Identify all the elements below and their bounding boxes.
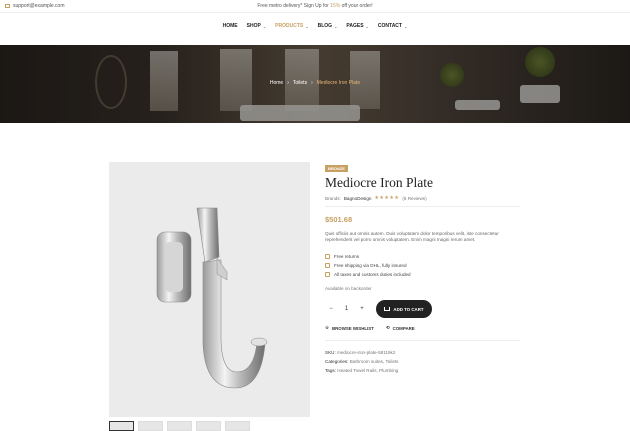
feature-item: Free returns	[325, 252, 411, 261]
review-count[interactable]: (6 Reviews)	[402, 196, 426, 201]
product-main-image[interactable]	[109, 162, 310, 417]
chevron-down-icon: ⌄	[365, 23, 369, 29]
product-meta: Brands: BagnoDesign ★★★★★ (6 Reviews)	[325, 195, 427, 201]
wishlist-label[interactable]: BROWSE WISHLIST	[332, 326, 374, 331]
nav-label[interactable]: PRODUCTS	[275, 23, 303, 29]
truck-icon	[325, 263, 330, 268]
quantity-stepper[interactable]: − 1 +	[325, 301, 368, 317]
sku-row: SKU: mediocre-iron-plate-58119k2	[325, 348, 398, 357]
product-description: Quis officiis aut omnis autem. Duis volu…	[325, 231, 499, 242]
compare-icon: ⟲	[385, 325, 390, 330]
breadcrumb-current: Mediocre Iron Plate	[316, 80, 361, 86]
feature-item: All taxes and customs duties included	[325, 270, 411, 279]
availability-text: Available on backorder	[325, 286, 372, 291]
add-to-cart-button[interactable]: ADD TO CART	[376, 300, 432, 318]
wishlist-link[interactable]: ☆ BROWSE WISHLIST	[325, 325, 374, 331]
product-meta-details: SKU: mediocre-iron-plate-58119k2 Categor…	[325, 348, 398, 375]
nav-label[interactable]: HOME	[223, 23, 238, 29]
divider	[325, 206, 520, 207]
breadcrumb-category[interactable]: Toilets	[293, 80, 307, 86]
cart-icon	[384, 307, 391, 311]
product-actions: ☆ BROWSE WISHLIST ⟲ COMPARE	[325, 325, 415, 331]
decrease-button[interactable]: −	[325, 306, 337, 312]
categories-value[interactable]: Bathroom suites, Toilets	[350, 359, 399, 364]
add-to-cart-label[interactable]: ADD TO CART	[393, 307, 423, 312]
categories-label: Categories:	[325, 359, 349, 364]
quantity-value[interactable]: 1	[341, 306, 353, 312]
product-title: Mediocre Iron Plate	[325, 175, 433, 190]
compare-link[interactable]: ⟲ COMPARE	[386, 325, 415, 331]
tags-row: Tags: Heated Towel Rails, Plumbing	[325, 366, 398, 375]
tax-icon	[325, 272, 330, 277]
rating-stars-icon: ★★★★★	[374, 195, 400, 201]
chevron-down-icon: ⌄	[262, 23, 267, 29]
breadcrumb-home[interactable]: Home	[270, 80, 283, 86]
star-icon: ☆	[325, 325, 329, 330]
promo-message: Free metro delivery* Sign Up for 15% off…	[0, 3, 630, 9]
increase-button[interactable]: +	[356, 306, 368, 312]
nav-item-contact[interactable]: CONTACT ⌄	[378, 23, 407, 29]
brand-link[interactable]: BagnoDesign	[344, 196, 372, 201]
promo-code: 15%	[330, 3, 341, 9]
nav-label[interactable]: BLOG	[318, 23, 332, 29]
top-bar: support@example.com Free metro delivery*…	[0, 0, 630, 13]
nav-item-products[interactable]: PRODUCTS ⌄	[275, 23, 308, 29]
chevron-down-icon: ⌄	[403, 23, 408, 29]
categories-row: Categories: Bathroom suites, Toilets	[325, 357, 398, 366]
breadcrumb-separator: ›	[287, 80, 289, 86]
nav-item-pages[interactable]: PAGES ⌄	[346, 23, 369, 29]
feature-text: Free returns	[334, 254, 360, 259]
promo-text-end: off your order!	[340, 3, 373, 9]
divider	[325, 340, 520, 341]
towel-hook-image	[156, 207, 268, 389]
return-icon	[325, 254, 330, 259]
product-price: $501.68	[325, 215, 353, 224]
nav-item-blog[interactable]: BLOG ⌄	[318, 23, 338, 29]
brands-label: Brands:	[325, 195, 341, 201]
product-badge: BRONZE	[325, 165, 348, 172]
chevron-down-icon: ⌄	[305, 23, 309, 29]
main-nav: HOME SHOP ⌄ PRODUCTS ⌄ BLOG ⌄ PAGES ⌄ CONTAC…	[0, 23, 630, 29]
feature-text: All taxes and customs duties included	[334, 272, 411, 277]
promo-text-start: Free metro delivery* Sign Up for	[257, 3, 331, 9]
chevron-down-icon: ⌄	[334, 23, 338, 29]
tags-value[interactable]: Heated Towel Rails, Plumbing	[337, 368, 398, 373]
breadcrumb-separator: ›	[311, 80, 313, 86]
breadcrumb: Home › Toilets › Mediocre Iron Plate	[0, 80, 630, 86]
sku-value: mediocre-iron-plate-58119k2	[337, 350, 396, 355]
nav-item-shop[interactable]: SHOP ⌄	[247, 23, 267, 29]
nav-label[interactable]: SHOP	[247, 23, 261, 29]
feature-list: Free returns Free shipping via DHL, full…	[325, 252, 411, 279]
feature-text: Free shipping via DHL, fully insured	[334, 263, 407, 268]
sku-label: SKU:	[325, 350, 336, 355]
nav-item-home[interactable]: HOME	[223, 23, 238, 29]
tags-label: Tags:	[325, 368, 336, 373]
feature-item: Free shipping via DHL, fully insured	[325, 261, 411, 270]
nav-label[interactable]: PAGES	[346, 23, 363, 29]
nav-label[interactable]: CONTACT	[378, 23, 402, 29]
compare-label[interactable]: COMPARE	[393, 326, 415, 331]
